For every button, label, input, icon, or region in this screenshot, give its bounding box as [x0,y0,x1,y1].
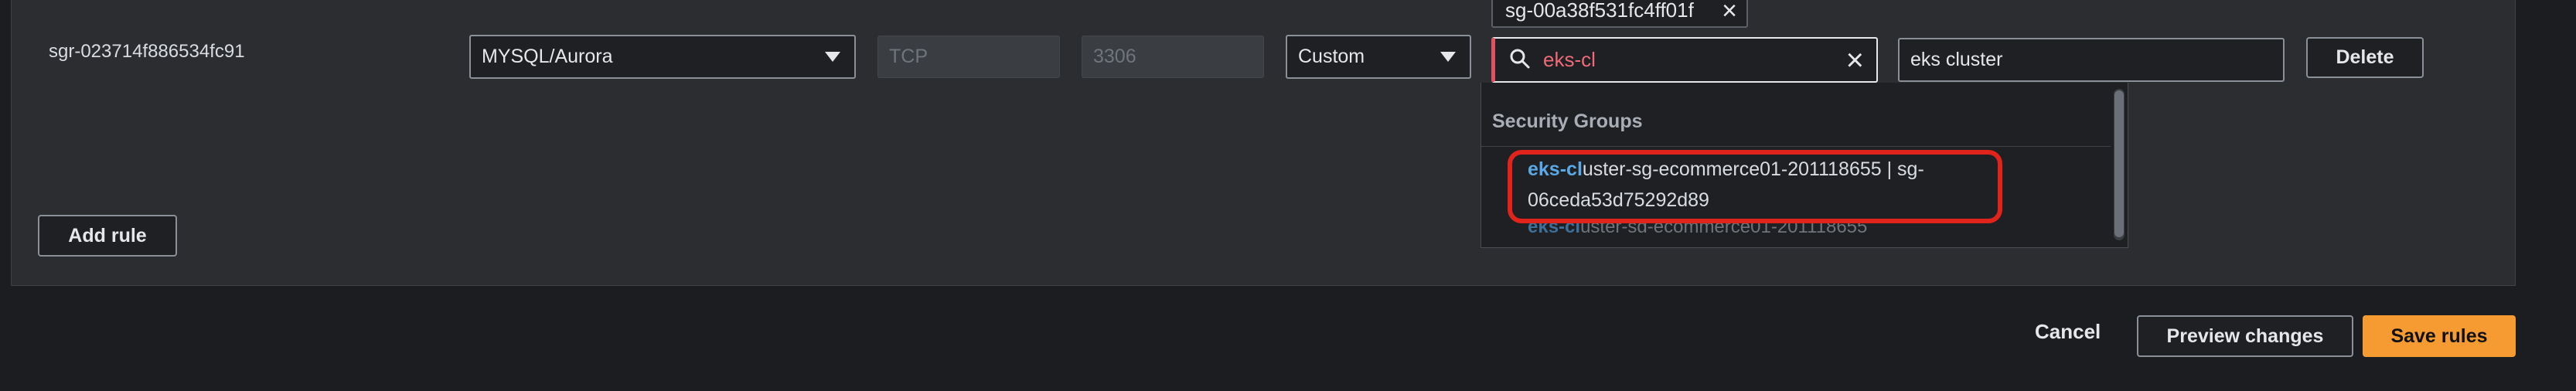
cancel-button[interactable]: Cancel [2035,320,2101,344]
port-range-field: 3306 [1082,36,1264,78]
inbound-rules-panel: sgr-023714f886534fc91 MYSQL/Aurora TCP 3… [11,0,2516,286]
source-type-select[interactable]: Custom [1286,35,1471,79]
search-icon [1510,49,1530,69]
description-value: eks cluster [1910,49,2003,70]
protocol-field: TCP [877,36,1060,78]
add-rule-button[interactable]: Add rule [38,215,177,257]
selected-security-group-tag: sg-00a38f531fc4ff01f × [1491,0,1748,28]
type-select[interactable]: MYSQL/Aurora [469,35,856,79]
port-range-value: 3306 [1093,46,1136,67]
scrollbar-thumb[interactable] [2114,90,2124,237]
security-group-rule-id: sgr-023714f886534fc91 [49,41,245,62]
add-rule-label: Add rule [68,224,147,246]
save-rules-button[interactable]: Save rules [2363,315,2516,357]
preview-changes-label: Preview changes [2166,325,2324,347]
remove-tag-icon[interactable]: × [1722,0,1737,26]
description-input[interactable]: eks cluster [1898,38,2285,82]
caret-down-icon [825,52,840,62]
dropdown-scrollbar[interactable] [2114,89,2125,240]
dropdown-group-header: Security Groups [1492,110,1643,132]
protocol-value: TCP [889,46,928,67]
save-rules-label: Save rules [2390,325,2488,347]
type-select-value: MYSQL/Aurora [482,46,613,67]
preview-changes-button[interactable]: Preview changes [2137,315,2353,357]
dropdown-divider [1481,146,2111,147]
source-type-value: Custom [1298,46,1365,67]
delete-label: Delete [2336,46,2394,68]
highlight-annotation-box [1508,150,2002,223]
delete-rule-button[interactable]: Delete [2306,37,2424,78]
caret-down-icon [1440,52,1456,62]
source-search-input[interactable]: eks-cl × [1491,37,1878,83]
clear-search-icon[interactable]: × [1846,43,1864,78]
search-value: eks-cl [1543,48,1596,71]
tag-label: sg-00a38f531fc4ff01f [1505,0,1694,22]
